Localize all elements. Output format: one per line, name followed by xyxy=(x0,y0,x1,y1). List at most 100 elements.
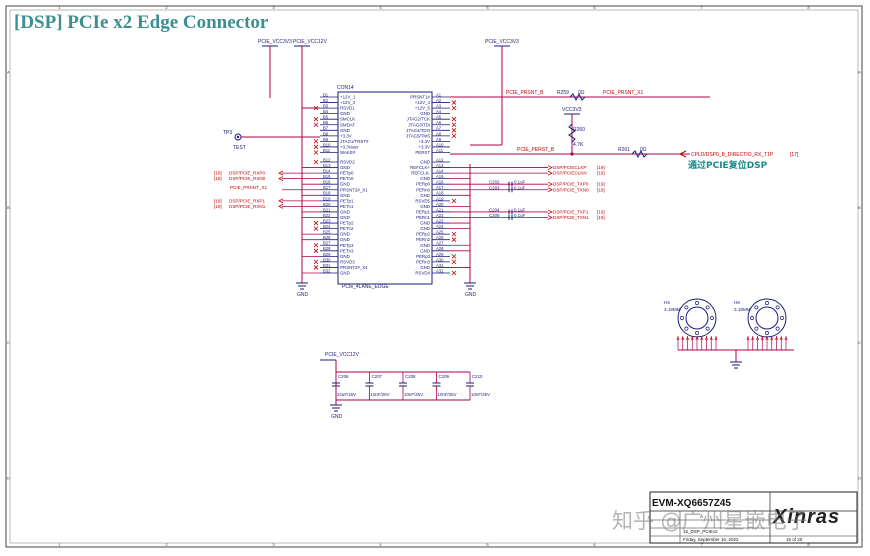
coupling-capacitors: C202 0.1uF C203 0.1uF C204 0.1uF C205 0.1uF xyxy=(489,180,526,220)
pin-number: B24 xyxy=(323,224,331,229)
pin-number: B3 xyxy=(323,104,329,109)
pin-number: B5 xyxy=(323,115,329,120)
pin-name: GND xyxy=(340,232,350,237)
via-dot xyxy=(710,316,714,320)
bulk-cap-group: PCIE_VCC12V GND xyxy=(320,352,470,420)
gnd-symbol-right: GND xyxy=(464,282,477,298)
right-net-ref: [19] xyxy=(597,165,605,170)
gnd-symbol-left: GND xyxy=(296,282,309,298)
r261-ref: R261 xyxy=(618,147,630,153)
pin-name: +3.3V xyxy=(418,144,430,149)
no-connect-mark xyxy=(451,270,457,276)
connector-part: PCIe_4LANE_EDGE xyxy=(342,284,389,290)
pin-name: GND xyxy=(420,160,430,165)
pin-name: PERp0 xyxy=(416,182,430,187)
pin-name: PETp3 xyxy=(340,243,354,248)
pin-number: A29 xyxy=(436,252,444,257)
pin-number: A12 xyxy=(436,157,444,162)
pin-name: JTAG3/TDI xyxy=(408,122,430,127)
pin-number: A13 xyxy=(436,163,444,168)
pcie-vcc12v-label: PCIE_VCC12V xyxy=(293,39,328,45)
via-dot xyxy=(695,331,699,335)
pin-number: B9 xyxy=(323,137,329,142)
left-net-label: DSP/PCIE_RXP1 xyxy=(229,198,265,203)
net-prsnt-b: PCIE_PRSNT_B R259 0Ω PCIE_PRSNT_X1 xyxy=(450,90,710,102)
no-connect-mark xyxy=(451,254,457,259)
pin-name: GND xyxy=(340,271,350,276)
bulk-cap-ref: C209 xyxy=(439,374,450,379)
pin-name: +12V_4 xyxy=(415,100,431,105)
border-zone-marks: 1122334455667788A AB BC CD D xyxy=(7,5,861,547)
coupling-cap-ref: C205 xyxy=(489,213,500,218)
pin-name: PETp1 xyxy=(340,198,354,203)
right-net-label: DSP/PCIE_TXP1 xyxy=(553,209,589,214)
via-dot xyxy=(765,331,769,335)
pin-number: B1 xyxy=(323,92,329,97)
pin-number: B19 xyxy=(323,196,331,201)
via-dot xyxy=(780,316,784,320)
pin-number: A26 xyxy=(436,235,444,240)
connector-designator: CON14 xyxy=(337,85,354,91)
left-net-ref: [19] xyxy=(214,204,222,209)
prsnt-b-label: PCIE_PRSNT_B xyxy=(506,90,544,96)
pcie-vcc3v3-right-label: PCIE_VCC3V3 xyxy=(485,39,519,45)
bulk-cap-ref: C210 xyxy=(472,374,483,379)
right-net-label: DSP/PCIE_TXP0 xyxy=(553,182,589,187)
pin-number: A23 xyxy=(436,218,444,223)
perst-b-label: PCIE_PERST_B xyxy=(517,147,555,153)
border-row-mark: A xyxy=(7,70,10,75)
right-net-labels: DSP/PCIECLKP [19] DSP/PCIECLKN [19] DSP/PCIE… xyxy=(450,165,605,220)
pin-number: B23 xyxy=(323,218,331,223)
pin-number: A20 xyxy=(436,202,444,207)
pin-name: PETn2 xyxy=(340,226,354,231)
pin-name: RSVD1 xyxy=(340,106,355,111)
border-row-mark: D xyxy=(7,475,10,480)
pin-name: +12V_5 xyxy=(415,106,431,111)
pin-number: A27 xyxy=(436,241,444,246)
no-connect-mark xyxy=(313,150,319,155)
coupling-cap-ref: C202 xyxy=(489,180,500,185)
pin-number: A21 xyxy=(436,207,444,212)
no-connect-mark xyxy=(451,259,457,265)
pin-number: B25 xyxy=(323,230,331,235)
left-net-ref: [19] xyxy=(214,171,222,176)
r260-value: 4.7K xyxy=(573,142,584,148)
left-net-label: DSP/PCIE_RXN0 xyxy=(229,176,266,181)
pin-number: B6 xyxy=(323,120,329,125)
tp3-label: TEST xyxy=(233,145,246,151)
via-dot xyxy=(680,316,684,320)
pin-name: GND xyxy=(340,209,350,214)
pin-name: +3.3V xyxy=(340,133,352,138)
via-dot xyxy=(705,305,710,310)
pin-number: A32 xyxy=(436,268,444,273)
no-connect-mark xyxy=(313,220,319,226)
border-row-mark: B xyxy=(7,205,10,210)
vcc3v3-label: VCC3V3 xyxy=(562,107,582,113)
coupling-cap-value: 0.1uF xyxy=(514,207,526,212)
pin-name: JTAG4/TDO xyxy=(406,128,430,133)
pin-number: B20 xyxy=(323,202,331,207)
pin-name: GND xyxy=(420,248,430,253)
pin-number: B22 xyxy=(323,213,331,218)
pin-name: GND xyxy=(340,254,350,259)
mounting-hole-inner xyxy=(685,306,709,330)
no-connect-mark xyxy=(451,116,457,122)
pin-name: PETn1 xyxy=(340,204,354,209)
left-net-labels: DSP/PCIE_RXP0 [19] DSP/PCIE_RXN0 [19] PCIE_P… xyxy=(214,171,320,209)
mounting-hole-inner xyxy=(755,306,779,330)
pin-name: RSVD5 xyxy=(415,198,430,203)
border-row-mark: B xyxy=(858,205,861,210)
pin-name: +3.3Vaux xyxy=(340,144,359,149)
pin-number: B15 xyxy=(323,174,331,179)
bulk-cap-ref: C207 xyxy=(372,374,383,379)
pin-name: GND xyxy=(340,215,350,220)
pin-name: PETn3 xyxy=(340,248,354,253)
pin-name: +3.3V xyxy=(418,139,430,144)
bulk-cap-ref: C208 xyxy=(405,374,416,379)
pin-number: B21 xyxy=(323,207,331,212)
offpage-arrow xyxy=(547,209,553,215)
pin-number: A14 xyxy=(436,169,444,174)
pin-name: PRSNT1# xyxy=(410,95,430,100)
pin-name: GND xyxy=(340,193,350,198)
coupling-cap-value: 0.1uF xyxy=(514,185,526,190)
